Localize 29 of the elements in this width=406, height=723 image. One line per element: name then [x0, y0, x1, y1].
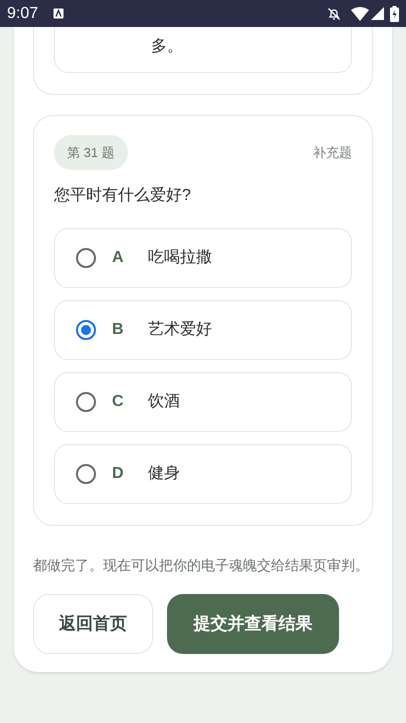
option-label: 吃喝拉撒 [148, 248, 212, 268]
radio-button[interactable] [76, 248, 96, 268]
option-label: 健身 [148, 464, 180, 484]
option-label: 多。 [151, 37, 183, 57]
signal-icon [371, 7, 384, 20]
notification-icon [53, 8, 64, 19]
option-label: 饮酒 [148, 392, 180, 412]
home-button[interactable]: 返回首页 [33, 594, 153, 654]
battery-icon [390, 6, 399, 22]
option-letter: C [112, 392, 125, 412]
status-time: 9:07 [7, 4, 38, 24]
bell-off-icon [327, 6, 341, 20]
answer-option[interactable]: D 健身 [54, 444, 352, 504]
option-letter: D [112, 464, 125, 484]
radio-button[interactable] [76, 464, 96, 484]
answer-option[interactable]: C 饮酒 [54, 372, 352, 432]
question-type: 补充题 [313, 144, 352, 162]
question-number-badge: 第 31 题 [54, 135, 128, 170]
radio-button[interactable] [76, 320, 96, 340]
submit-button[interactable]: 提交并查看结果 [167, 594, 339, 654]
wifi-icon [351, 6, 369, 20]
answer-option[interactable]: A 吃喝拉撒 [54, 228, 352, 288]
radio-button[interactable] [76, 392, 96, 412]
question-text: 您平时有什么爱好? [54, 186, 192, 206]
option-label: 艺术爱好 [148, 320, 212, 340]
option-letter: B [112, 320, 125, 340]
answer-option[interactable]: B 艺术爱好 [54, 300, 352, 360]
option-letter: A [112, 248, 125, 268]
completion-note: 都做完了。现在可以把你的电子魂魄交给结果页审判。 [33, 556, 370, 575]
